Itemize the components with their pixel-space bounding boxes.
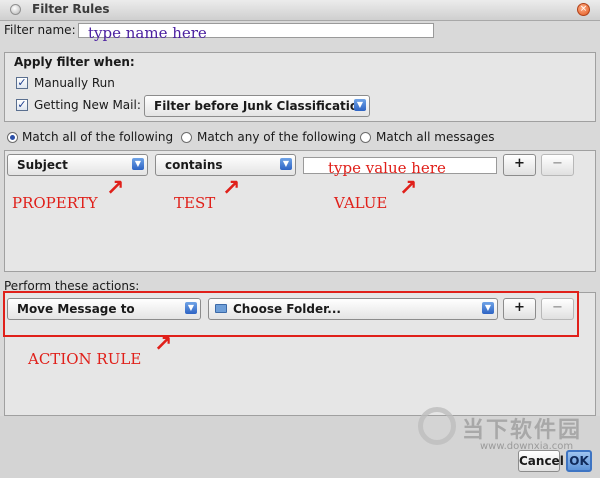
checkmark-icon: ✓	[17, 98, 27, 111]
cancel-button[interactable]: Cancel	[518, 450, 564, 472]
ok-button[interactable]: OK	[566, 450, 592, 472]
chevron-down-icon: ▼	[132, 158, 144, 170]
chevron-down-icon: ▼	[280, 158, 292, 170]
match-all-messages-radio[interactable]	[360, 132, 371, 143]
test-arrow-icon: ↗	[222, 176, 241, 201]
filter-name-annotation: type name here	[88, 24, 207, 42]
manually-run-checkbox[interactable]: ✓	[16, 77, 28, 89]
watermark-logo-icon	[418, 407, 456, 445]
manually-run-label: Manually Run	[34, 76, 115, 90]
chevron-down-icon: ▼	[482, 302, 494, 314]
getting-new-mail-checkbox[interactable]: ✓	[16, 99, 28, 111]
test-value: contains	[165, 158, 223, 172]
property-annotation: PROPERTY	[12, 194, 98, 212]
property-dropdown[interactable]: Subject ▼	[7, 154, 148, 176]
filter-name-label: Filter name:	[4, 23, 76, 37]
chevron-down-icon: ▼	[185, 302, 197, 314]
property-value: Subject	[17, 158, 68, 172]
action-value: Move Message to	[17, 302, 135, 316]
close-icon[interactable]: ×	[577, 3, 590, 16]
folder-value: Choose Folder...	[233, 302, 341, 316]
add-condition-button[interactable]: +	[503, 154, 536, 176]
value-arrow-icon: ↗	[399, 176, 418, 201]
window-title: Filter Rules	[32, 2, 110, 16]
remove-condition-button[interactable]: −	[541, 154, 574, 176]
add-action-button[interactable]: +	[503, 298, 536, 320]
match-all-label: Match all of the following	[22, 130, 174, 144]
property-arrow-icon: ↗	[106, 176, 125, 201]
apply-filter-title: Apply filter when:	[14, 55, 135, 69]
value-annotation: VALUE	[334, 194, 388, 212]
match-any-label: Match any of the following	[197, 130, 357, 144]
filter-timing-dropdown[interactable]: Filter before Junk Classification ▼	[144, 95, 370, 117]
value-input-annotation: type value here	[328, 159, 446, 177]
watermark-text: 当下软件园	[462, 418, 583, 443]
folder-dropdown[interactable]: Choose Folder... ▼	[208, 298, 498, 320]
action-dropdown[interactable]: Move Message to ▼	[7, 298, 201, 320]
match-all-messages-label: Match all messages	[376, 130, 495, 144]
test-annotation: TEST	[174, 194, 216, 212]
folder-icon	[215, 304, 227, 313]
window-menu-icon[interactable]	[10, 4, 21, 15]
test-dropdown[interactable]: contains ▼	[155, 154, 296, 176]
match-any-radio[interactable]	[181, 132, 192, 143]
checkmark-icon: ✓	[17, 76, 27, 89]
getting-new-mail-label: Getting New Mail:	[34, 98, 141, 112]
remove-action-button[interactable]: −	[541, 298, 574, 320]
filter-timing-value: Filter before Junk Classification	[154, 99, 367, 113]
action-rule-annotation: ACTION RULE	[28, 350, 142, 368]
action-arrow-icon: ↗	[154, 332, 173, 357]
match-all-radio[interactable]	[7, 132, 18, 143]
chevron-down-icon: ▼	[354, 99, 366, 111]
